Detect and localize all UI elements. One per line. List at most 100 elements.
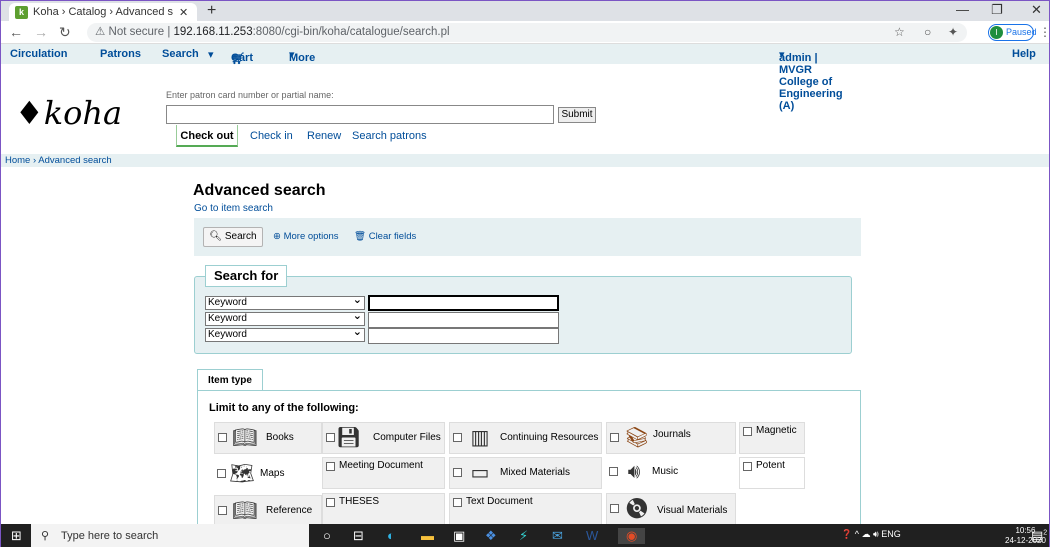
tab-search-patrons[interactable]: Search patrons bbox=[352, 130, 427, 142]
paused-label: Paused bbox=[1006, 27, 1037, 37]
itemtype-magnetic[interactable]: Magnetic bbox=[739, 422, 805, 454]
itemtype-mixed-materials[interactable]: ▭ Mixed Materials bbox=[449, 457, 602, 489]
index-select-3[interactable]: Keyword bbox=[205, 326, 365, 342]
itemtype-music[interactable]: 🔊︎ Music bbox=[606, 457, 736, 489]
word-icon[interactable]: W bbox=[586, 528, 598, 543]
notifications-icon[interactable]: ▤2 bbox=[1031, 528, 1047, 544]
checkbox[interactable] bbox=[743, 462, 752, 471]
breadcrumb[interactable]: Home › Advanced search bbox=[1, 154, 1049, 167]
search-for-legend: Search for bbox=[205, 265, 288, 287]
notification-count: 2 bbox=[1043, 529, 1048, 537]
network-icon[interactable]: ☁ bbox=[861, 529, 870, 539]
checkbox[interactable] bbox=[326, 462, 335, 471]
itemtype-text-document[interactable]: Text Document bbox=[449, 493, 602, 525]
profile-paused-button[interactable]: I Paused bbox=[988, 24, 1037, 41]
search-dropdown-icon[interactable]: ▾ bbox=[208, 48, 214, 61]
close-tab-icon[interactable]: ✕ bbox=[179, 6, 188, 19]
itemtype-maps[interactable]: 🗺︎ Maps bbox=[214, 459, 322, 491]
tab-check-in[interactable]: Check in bbox=[250, 130, 293, 142]
cortana-icon[interactable]: ○ bbox=[323, 528, 331, 543]
search-term-input-1[interactable] bbox=[368, 295, 559, 311]
search-button[interactable]: 🔍︎ Search bbox=[203, 227, 263, 247]
puzzle-icon[interactable]: ✦ bbox=[948, 25, 958, 39]
tab-check-out[interactable]: Check out bbox=[176, 125, 238, 147]
nav-user-branch[interactable]: admin | MVGR College of Engineering (A) … bbox=[779, 48, 843, 112]
url-field[interactable]: ⚠ Not secure | 192.168.11.253:8080/cgi-b… bbox=[87, 23, 967, 42]
chrome-icon[interactable]: ◉ bbox=[618, 528, 646, 544]
file-explorer-icon[interactable]: ▬ bbox=[421, 528, 434, 543]
itemtype-books[interactable]: 📖︎ Books bbox=[214, 422, 322, 454]
map-icon: 🗺︎ bbox=[229, 463, 255, 485]
search-term-input-2[interactable] bbox=[368, 312, 559, 328]
clear-fields-link[interactable]: 🗑︎ Clear fields bbox=[354, 231, 416, 242]
nav-search[interactable]: Search bbox=[162, 48, 199, 60]
extension-circle-icon[interactable]: ○ bbox=[924, 25, 931, 39]
avatar: I bbox=[990, 26, 1003, 39]
item-search-link[interactable]: Go to item search bbox=[194, 203, 273, 214]
reload-icon[interactable]: ↻ bbox=[59, 24, 71, 41]
patron-search-input[interactable] bbox=[166, 105, 554, 124]
store-icon[interactable]: ▣ bbox=[453, 528, 465, 544]
nav-circulation[interactable]: Circulation bbox=[10, 48, 67, 60]
itemtype-reference[interactable]: 📖︎ Reference bbox=[214, 495, 322, 525]
itemtype-label: Text Document bbox=[466, 496, 533, 507]
url-host: 192.168.11.253 bbox=[173, 26, 253, 38]
browser-tab[interactable]: k Koha › Catalog › Advanced search ✕ bbox=[9, 3, 197, 21]
koha-logo[interactable]: ♦koha bbox=[15, 94, 122, 132]
help-icon[interactable]: ❓ bbox=[841, 529, 852, 539]
star-icon[interactable]: ☆ bbox=[894, 25, 905, 39]
checkbox[interactable] bbox=[217, 469, 226, 478]
itemtype-journals[interactable]: 📚︎ Journals bbox=[606, 422, 736, 454]
checkbox[interactable] bbox=[453, 468, 462, 477]
nav-help[interactable]: Help bbox=[1012, 48, 1036, 60]
checkbox[interactable] bbox=[453, 498, 462, 507]
mail-icon[interactable]: ✉ bbox=[552, 528, 563, 544]
menu-dots-icon[interactable]: ⋮ bbox=[1039, 25, 1050, 39]
more-label: More bbox=[289, 52, 316, 64]
chevron-up-icon[interactable]: ^ bbox=[855, 529, 859, 539]
itemtype-visual-materials[interactable]: 📀︎ Visual Materials bbox=[606, 493, 736, 525]
checkbox[interactable] bbox=[453, 433, 462, 442]
more-options-link[interactable]: ⊕ More options bbox=[273, 231, 339, 242]
dropbox-icon[interactable]: ❖ bbox=[485, 528, 497, 544]
index-select-2[interactable]: Keyword bbox=[205, 310, 365, 326]
checkbox[interactable] bbox=[743, 427, 752, 436]
itemtype-meeting-document[interactable]: Meeting Document bbox=[322, 457, 445, 489]
itemtype-computer-files[interactable]: 💾︎ Computer Files bbox=[322, 422, 445, 454]
checkbox[interactable] bbox=[218, 433, 227, 442]
itemtype-label: Maps bbox=[260, 468, 285, 479]
close-window-icon[interactable]: ✕ bbox=[1031, 2, 1042, 18]
back-icon[interactable]: ← bbox=[9, 24, 23, 40]
index-select-1[interactable]: Keyword bbox=[205, 294, 365, 310]
checkbox[interactable] bbox=[218, 506, 227, 515]
task-view-icon[interactable]: ⊟ bbox=[353, 528, 364, 544]
forward-icon[interactable]: → bbox=[34, 24, 48, 40]
search-toolbar: 🔍︎ Search ⊕ More options 🗑︎ Clear fields bbox=[194, 218, 861, 256]
submit-button[interactable]: Submit bbox=[558, 107, 596, 123]
minimize-icon[interactable]: — bbox=[956, 2, 969, 17]
language-indicator[interactable]: ENG bbox=[881, 529, 901, 539]
checkbox[interactable] bbox=[326, 498, 335, 507]
tab-item-type[interactable]: Item type bbox=[197, 369, 263, 391]
edge-icon[interactable]: ◐ bbox=[387, 528, 395, 543]
tab-renew[interactable]: Renew bbox=[307, 130, 341, 142]
itemtype-label: Potent bbox=[756, 460, 785, 471]
page-title: Advanced search bbox=[193, 182, 326, 199]
koha-top-nav: Circulation Patrons Search ▾ 🛒︎ Cart Mor… bbox=[1, 44, 1049, 112]
itemtype-theses[interactable]: THESES bbox=[322, 493, 445, 525]
checkbox[interactable] bbox=[610, 504, 619, 513]
nav-patrons[interactable]: Patrons bbox=[100, 48, 141, 60]
windows-start-icon[interactable]: ⊞ bbox=[11, 528, 22, 544]
maximize-icon[interactable]: ❐ bbox=[991, 2, 1003, 18]
new-tab-icon[interactable]: + bbox=[207, 2, 216, 20]
checkbox[interactable] bbox=[609, 467, 618, 476]
itemtype-potent[interactable]: Potent bbox=[739, 457, 805, 489]
itemtype-continuing-resources[interactable]: ▥ Continuing Resources bbox=[449, 422, 602, 454]
search-term-input-3[interactable] bbox=[368, 328, 559, 344]
checkbox[interactable] bbox=[326, 433, 335, 442]
checkbox[interactable] bbox=[610, 433, 619, 442]
volume-icon[interactable]: 🔊︎ bbox=[873, 529, 879, 539]
nav-more[interactable]: More ▾ bbox=[289, 48, 315, 64]
app-icon[interactable]: ⚡ bbox=[519, 528, 528, 544]
taskbar-search-box[interactable]: ⚲ Type here to search bbox=[31, 524, 309, 547]
